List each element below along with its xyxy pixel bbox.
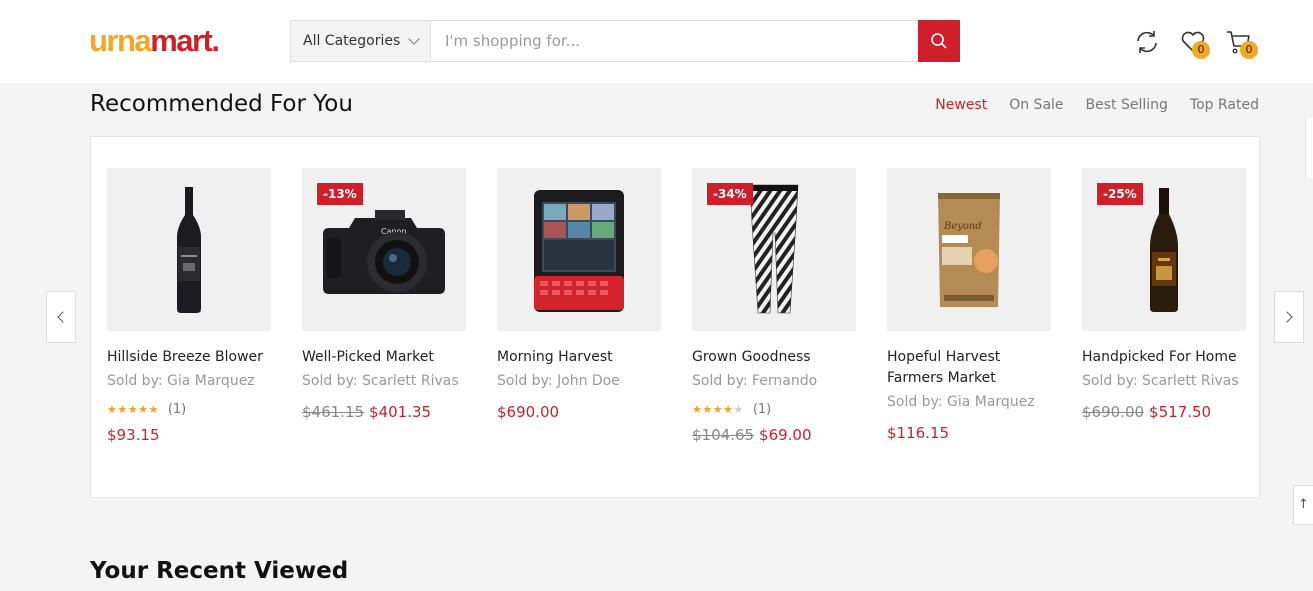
leggings-image [749,184,799,313]
product-seller[interactable]: Sold by: Fernando [692,371,857,392]
product-price: $104.65 $69.00 [692,425,857,445]
compare-button[interactable] [1133,28,1161,56]
product-name[interactable]: Hopeful Harvest Farmers Market [887,347,1052,389]
tab-on-sale[interactable]: On Sale [1009,97,1063,113]
logo[interactable]: urnamart. [89,24,220,58]
search-icon [931,33,947,49]
product-price: $690.00 $517.50 [1082,402,1247,422]
product-price: $116.15 [887,423,1052,443]
product-rating: ★★★★★★★★★★ (1) [692,402,857,417]
current-price: $69.00 [759,426,812,444]
filter-tabs: Newest On Sale Best Selling Top Rated [935,97,1259,113]
cart-count-badge: 0 [1240,41,1258,59]
product-image[interactable]: -13% Canon [302,168,466,331]
sale-badge: -34% [707,183,753,205]
product-image[interactable]: Beyond [887,168,1051,331]
rating-count: (1) [752,402,772,417]
back-to-top-button[interactable]: ↑ [1293,485,1313,525]
search-bar: All Categories [290,20,960,62]
original-price: $104.65 [692,426,755,444]
wishlist-button[interactable]: 0 [1179,28,1210,59]
product-seller[interactable]: Sold by: Gia Marquez [107,371,272,392]
product-card[interactable]: Morning Harvest Sold by: John Doe $690.0… [497,168,662,422]
section-title: Recommended For You [90,91,353,117]
product-card[interactable]: -25% Handpicked For Home Sold by: Scarle… [1082,168,1247,422]
star-rating-icon: ★★★★★★★★★★ [692,402,744,416]
product-price: $93.15 [107,425,272,445]
product-seller[interactable]: Sold by: Gia Marquez [887,392,1052,413]
current-price: $401.35 [369,403,432,421]
phone-image [534,189,624,312]
site-header: urnamart. All Categories 0 0 [0,0,1313,83]
category-select-label: All Categories [303,33,401,49]
product-carousel: Hillside Breeze Blower Sold by: Gia Marq… [90,136,1260,498]
tab-newest[interactable]: Newest [935,97,987,113]
star-rating-icon: ★★★★★★★★★★ [107,402,159,416]
search-input[interactable] [431,21,918,61]
tab-top-rated[interactable]: Top Rated [1190,97,1259,113]
product-seller[interactable]: Sold by: Scarlett Rivas [302,371,467,392]
product-name[interactable]: Grown Goodness [692,347,857,368]
product-card[interactable]: Hillside Breeze Blower Sold by: Gia Marq… [107,168,272,445]
arrow-up-icon: ↑ [1298,497,1309,512]
current-price: $116.15 [887,424,950,442]
product-name[interactable]: Handpicked For Home [1082,347,1247,368]
carousel-next-button[interactable] [1274,291,1304,343]
search-button[interactable] [918,20,960,62]
camera-image: Canon [323,209,445,294]
product-image[interactable]: -34% [692,168,856,331]
product-seller[interactable]: Sold by: John Doe [497,371,662,392]
current-price: $517.50 [1149,403,1212,421]
product-name[interactable]: Morning Harvest [497,347,662,368]
product-card[interactable]: Beyond Hopeful Harvest Farmers Market So… [887,168,1052,443]
recent-viewed-title: Your Recent Viewed [90,558,349,584]
pet-food-bag-image: Beyond [938,192,1000,307]
product-seller[interactable]: Sold by: Scarlett Rivas [1082,371,1247,392]
wishlist-count-badge: 0 [1192,41,1210,59]
refresh-icon [1137,31,1157,53]
product-name[interactable]: Well-Picked Market [302,347,467,368]
chevron-down-icon [408,32,420,45]
chevron-right-icon [1281,311,1293,323]
product-card[interactable]: -34% Grown Goodness Sold by: Fernando ★★… [692,168,857,445]
rating-count: (1) [167,402,187,417]
sale-badge: -13% [317,183,363,205]
current-price: $93.15 [107,426,160,444]
product-name[interactable]: Hillside Breeze Blower [107,347,272,368]
product-price: $690.00 [497,402,662,422]
champagne-bottle-image [1150,187,1178,312]
product-price: $461.15 $401.35 [302,402,467,422]
current-price: $690.00 [497,403,560,421]
carousel-prev-button[interactable] [46,291,76,343]
svg-text:Beyond: Beyond [943,221,982,232]
chevron-left-icon [57,311,69,323]
side-panel-tab[interactable] [1305,118,1313,178]
cart-button[interactable]: 0 [1225,28,1258,59]
product-image[interactable] [107,168,271,331]
category-select[interactable]: All Categories [291,21,431,61]
wine-bottle-image [177,186,201,313]
product-image[interactable] [497,168,661,331]
tab-best-selling[interactable]: Best Selling [1086,97,1168,113]
product-card[interactable]: -13% Canon Well-Picked Market Sold by: S… [302,168,467,422]
product-image[interactable]: -25% [1082,168,1246,331]
original-price: $461.15 [302,403,365,421]
product-rating: ★★★★★★★★★★ (1) [107,402,272,417]
sale-badge: -25% [1097,183,1143,205]
original-price: $690.00 [1082,403,1145,421]
